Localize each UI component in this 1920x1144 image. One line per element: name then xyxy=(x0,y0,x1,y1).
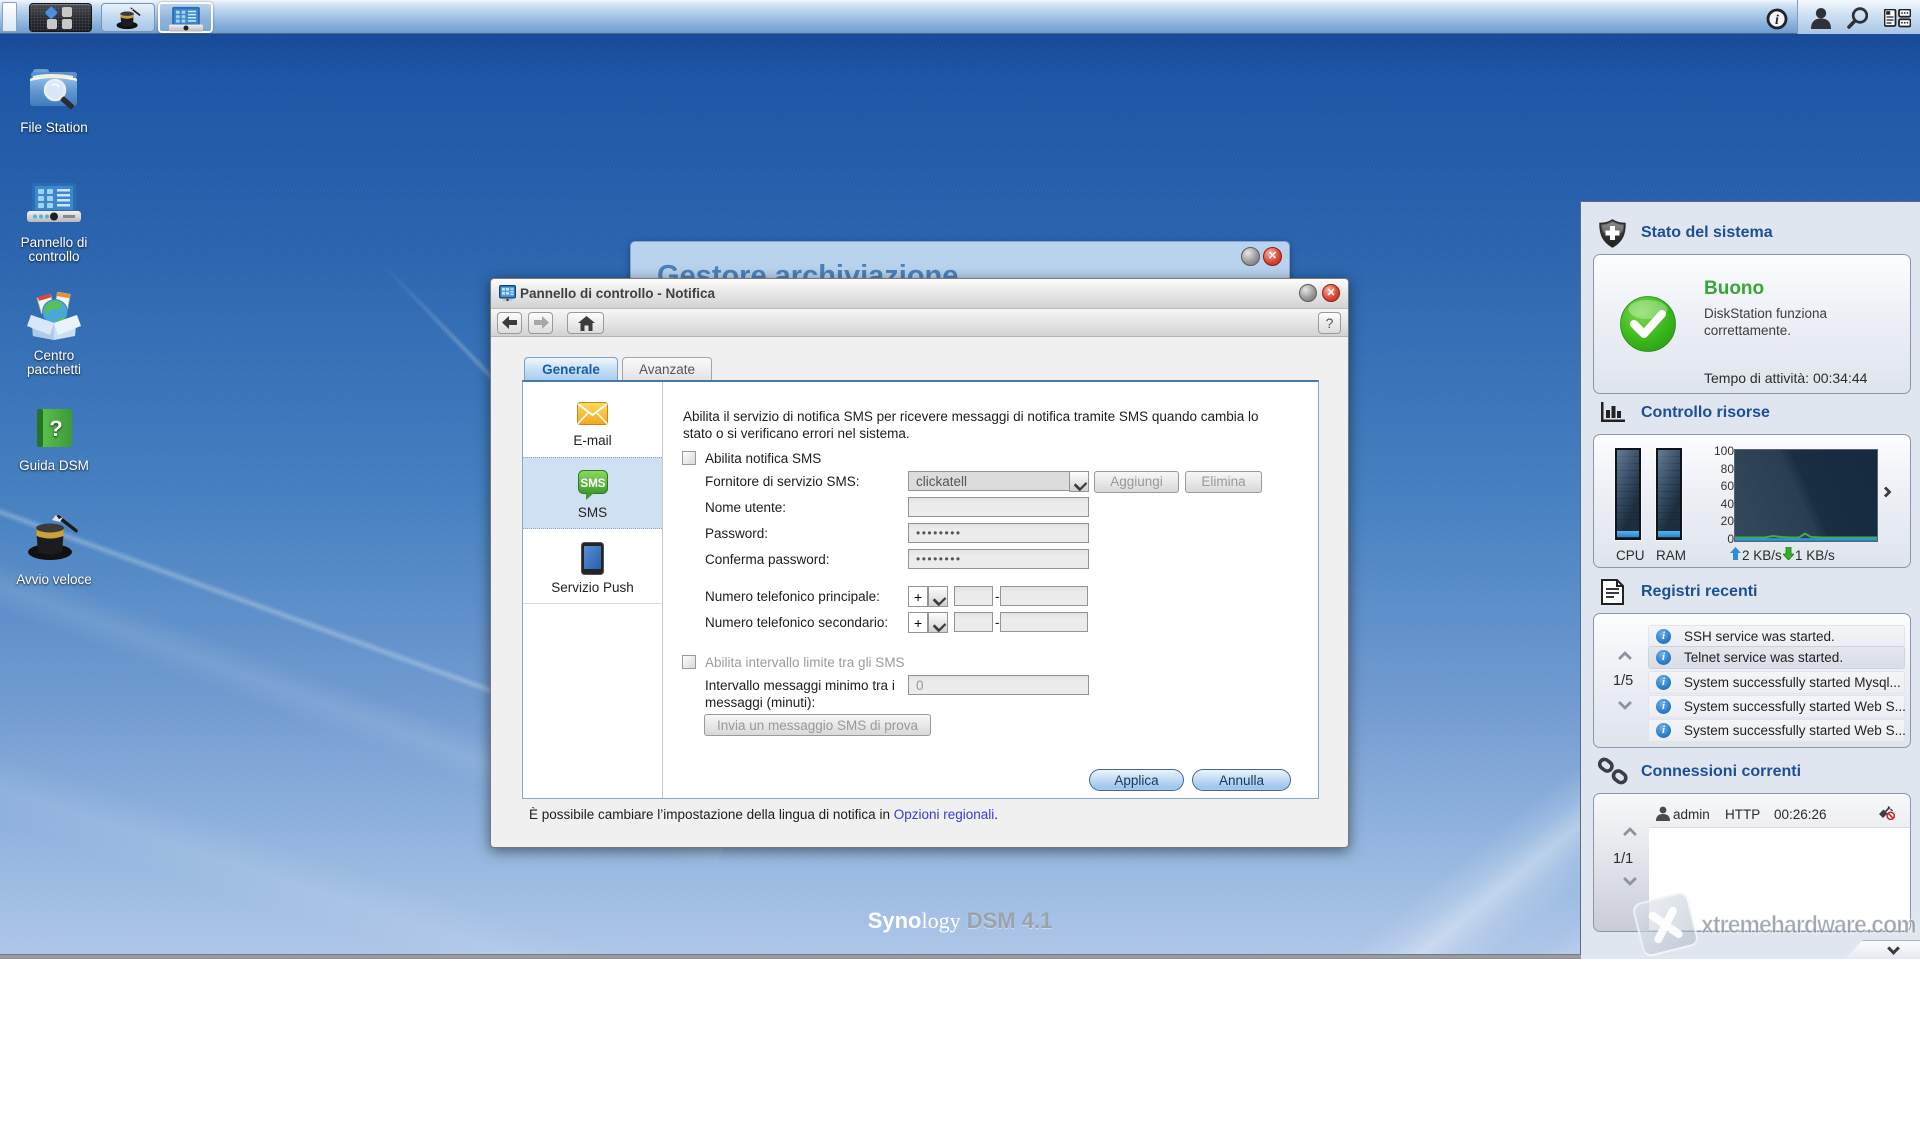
svg-text:?: ? xyxy=(49,416,62,441)
svg-text:i: i xyxy=(1775,13,1779,28)
svg-text:SMS: SMS xyxy=(580,478,605,490)
